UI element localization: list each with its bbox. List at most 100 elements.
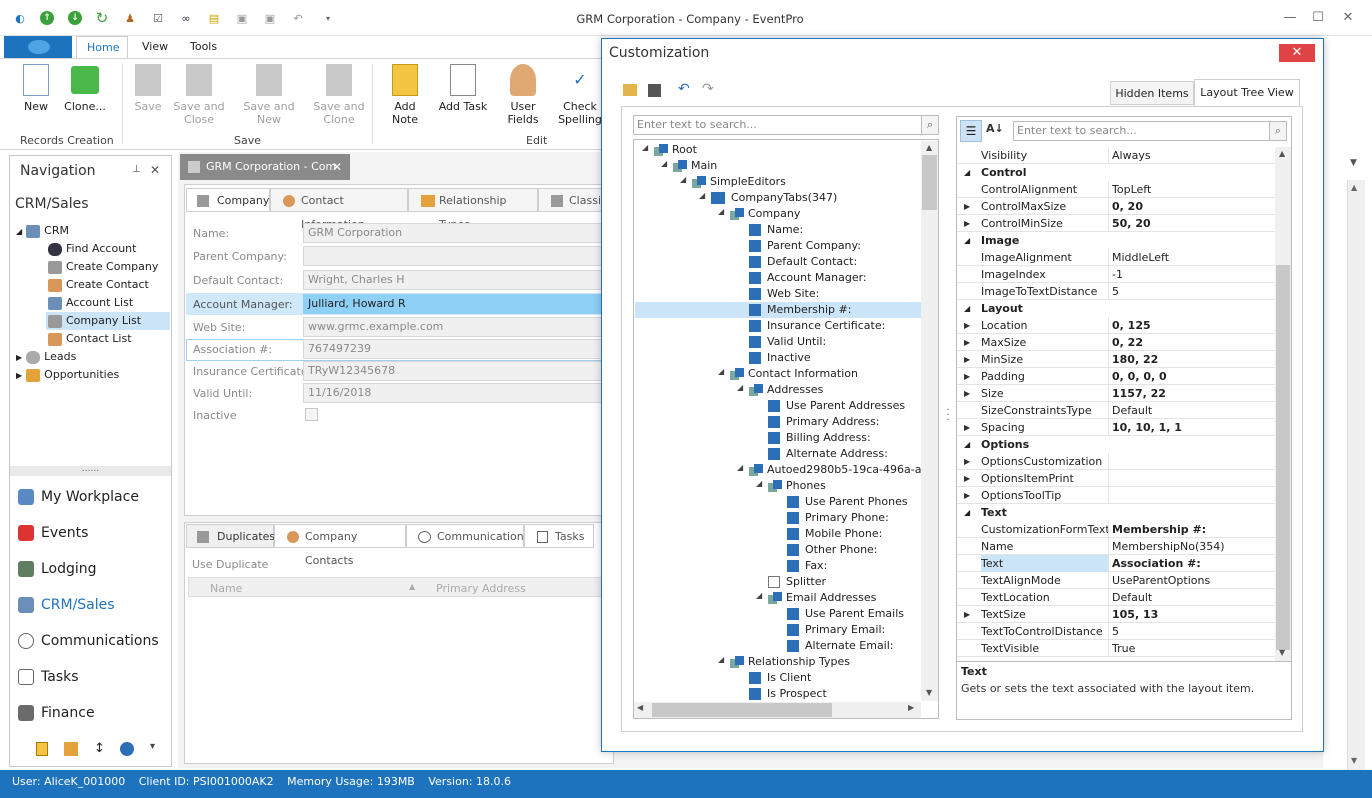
expand-icon[interactable]: ▶ xyxy=(964,470,970,487)
tab-duplicates[interactable]: Duplicates xyxy=(186,524,275,548)
collapse-icon[interactable]: ◢ xyxy=(964,300,970,317)
categorized-view-icon[interactable]: ☰ xyxy=(960,120,982,142)
layout-tree-item[interactable]: Web Site: xyxy=(749,286,819,302)
add-task-button[interactable]: Add Task xyxy=(438,64,488,113)
property-value[interactable]: 5 xyxy=(1112,623,1119,640)
property-value[interactable]: 180, 22 xyxy=(1112,351,1158,368)
layout-tree-item[interactable]: Membership #: xyxy=(635,302,921,318)
scroll-down-icon[interactable]: ▼ xyxy=(1351,756,1357,765)
layout-tree-item[interactable]: Is Client xyxy=(749,670,811,686)
nav-section-my-workplace[interactable]: My Workplace xyxy=(18,482,139,512)
redo-icon[interactable]: ↷ xyxy=(702,81,714,97)
tab-company-contacts[interactable]: Company Contacts xyxy=(274,524,406,567)
expand-icon[interactable]: ▶ xyxy=(964,453,970,470)
expand-icon[interactable]: ▶ xyxy=(964,317,970,334)
property-value[interactable]: Default xyxy=(1112,402,1152,419)
add-note-button[interactable]: Add Note xyxy=(380,64,430,126)
property-row[interactable]: ▶ Location 0, 125 xyxy=(957,317,1275,334)
save-close-button[interactable]: Save and Close xyxy=(172,64,226,126)
layout-tree-item[interactable]: Email Addresses xyxy=(768,590,876,606)
field-valid-until[interactable]: 11/16/2018 xyxy=(303,383,603,403)
chevron-down-icon[interactable]: ▼ xyxy=(1350,158,1357,168)
search-icon[interactable]: ⌕ xyxy=(1269,121,1287,141)
file-menu-button[interactable] xyxy=(4,36,72,58)
field-account-manager[interactable]: Julliard, Howard R xyxy=(303,294,603,314)
expand-icon[interactable]: ◢ xyxy=(642,143,648,152)
user-fields-button[interactable]: User Fields xyxy=(494,64,552,126)
layout-tree-item[interactable]: Use Parent Emails xyxy=(787,606,904,622)
scroll-up-icon[interactable]: ▲ xyxy=(926,143,932,152)
nav-tree-account-list[interactable]: Account List xyxy=(48,294,133,312)
layout-tree-item[interactable]: CompanyTabs(347) xyxy=(711,190,837,206)
form-tab-company[interactable]: Company xyxy=(186,188,270,212)
property-value[interactable]: 0, 0, 0, 0 xyxy=(1112,368,1167,385)
property-row[interactable]: TextToControlDistance 5 xyxy=(957,623,1275,640)
search-icon[interactable]: ⌕ xyxy=(921,115,939,135)
tab-tools[interactable]: Tools xyxy=(180,36,227,58)
layout-tree-item[interactable]: Splitter xyxy=(768,574,826,590)
property-value[interactable]: 10, 10, 1, 1 xyxy=(1112,419,1182,436)
close-nav-icon[interactable]: ✕ xyxy=(150,163,160,177)
expand-icon[interactable]: ◢ xyxy=(737,463,743,472)
layout-tree-item[interactable]: Default Contact: xyxy=(749,254,857,270)
property-value[interactable]: 105, 13 xyxy=(1112,606,1158,623)
layout-tree-item[interactable]: Use Parent Addresses xyxy=(768,398,905,414)
field-association[interactable]: 767497239 xyxy=(303,339,603,359)
property-row[interactable]: ▶ MinSize 180, 22 xyxy=(957,351,1275,368)
property-row[interactable]: ▶ Size 1157, 22 xyxy=(957,385,1275,402)
layout-tree-item[interactable]: Insurance Certificate: xyxy=(749,318,885,334)
property-category[interactable]: ◢ Image xyxy=(957,232,1275,249)
tab-hidden-items[interactable]: Hidden Items xyxy=(1110,81,1194,105)
save-layout-icon[interactable] xyxy=(648,84,661,97)
down-icon[interactable]: ↓ xyxy=(68,11,82,25)
expand-icon[interactable]: ◢ xyxy=(718,367,724,376)
nav-section-events[interactable]: Events xyxy=(18,518,88,548)
expand-icon[interactable]: ◢ xyxy=(718,655,724,664)
property-row[interactable]: Visibility Always xyxy=(957,147,1275,164)
layout-tree-item[interactable]: Company xyxy=(730,206,800,222)
property-value[interactable]: 1157, 22 xyxy=(1112,385,1166,402)
collapse-icon[interactable]: ◢ xyxy=(964,232,970,249)
property-value[interactable]: 50, 20 xyxy=(1112,215,1151,232)
clone-button[interactable]: Clone... xyxy=(60,64,110,113)
nav-tree-find-account[interactable]: Find Account xyxy=(48,240,136,258)
collapse-icon[interactable]: ◢ xyxy=(964,504,970,521)
scroll-right-icon[interactable]: ▶ xyxy=(908,703,914,712)
scroll-up-icon[interactable]: ▲ xyxy=(1279,149,1285,158)
field-parent-company[interactable] xyxy=(303,246,603,266)
property-value[interactable]: Always xyxy=(1112,147,1151,164)
property-row[interactable]: TextVisible True xyxy=(957,640,1275,657)
expand-icon[interactable]: ▶ xyxy=(964,334,970,351)
save-new-button[interactable]: Save and New xyxy=(232,64,306,126)
grid-header-primary-address[interactable]: Primary Address xyxy=(436,582,526,595)
reports-icon[interactable] xyxy=(64,742,78,756)
property-row[interactable]: ImageToTextDistance 5 xyxy=(957,283,1275,300)
field-insurance-certificate[interactable]: TRyW12345678 xyxy=(303,361,603,381)
inactive-checkbox[interactable] xyxy=(305,408,318,421)
tree-hscroll-thumb[interactable] xyxy=(652,703,832,717)
layout-tree-item[interactable]: Autoed2980b5-19ca-496a-ad0 xyxy=(749,462,935,478)
layout-tree-item[interactable]: Addresses xyxy=(749,382,823,398)
customize-qat-icon[interactable]: ▾ xyxy=(320,10,336,26)
tab-tasks[interactable]: Tasks xyxy=(524,524,594,548)
layout-tree-item[interactable]: Phones xyxy=(768,478,826,494)
property-category[interactable]: ◢ Control xyxy=(957,164,1275,181)
expand-icon[interactable]: ▶ xyxy=(964,487,970,504)
layout-tree-item[interactable]: Contact Information xyxy=(730,366,858,382)
nav-tree-create-company[interactable]: Create Company xyxy=(48,258,158,276)
new-button[interactable]: New xyxy=(16,64,56,113)
tab-view[interactable]: View xyxy=(132,36,178,58)
property-row[interactable]: ImageAlignment MiddleLeft xyxy=(957,249,1275,266)
document-tab[interactable]: GRM Corporation - Com ✕ xyxy=(180,154,350,180)
save-clone-button[interactable]: Save and Clone xyxy=(312,64,366,126)
layout-tree-item[interactable]: Inactive xyxy=(749,350,811,366)
nav-section-tasks[interactable]: Tasks xyxy=(18,662,79,692)
layout-tree-item[interactable]: Name: xyxy=(749,222,803,238)
property-row[interactable]: ▶ Padding 0, 0, 0, 0 xyxy=(957,368,1275,385)
scroll-left-icon[interactable]: ◀ xyxy=(637,703,643,712)
up-icon[interactable]: ↑ xyxy=(40,11,54,25)
property-row[interactable]: ▶ MaxSize 0, 22 xyxy=(957,334,1275,351)
save-icon[interactable]: ▣ xyxy=(234,10,250,26)
user-icon[interactable]: ♟ xyxy=(122,10,138,26)
nav-section-lodging[interactable]: Lodging xyxy=(18,554,97,584)
